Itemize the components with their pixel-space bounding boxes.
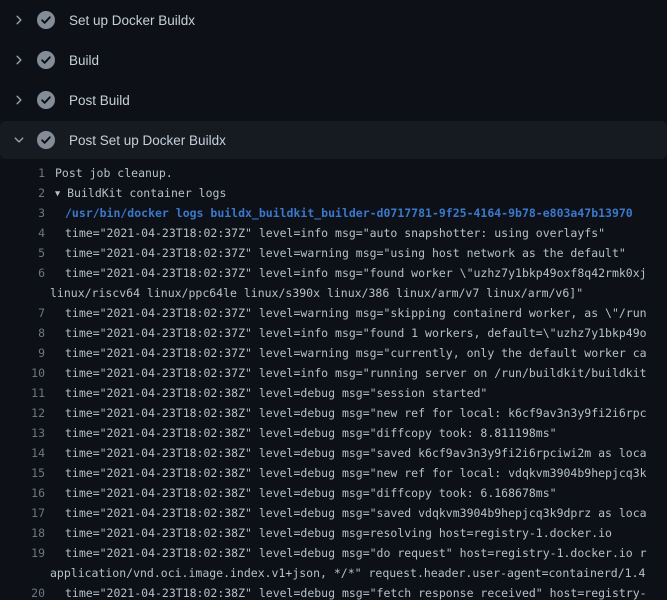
- log-text: time="2021-04-23T18:02:38Z" level=debug …: [45, 483, 557, 503]
- line-number[interactable]: 17: [0, 503, 45, 523]
- log-line: 18time="2021-04-23T18:02:38Z" level=debu…: [0, 523, 667, 543]
- log-line: 3/usr/bin/docker logs buildx_buildkit_bu…: [0, 203, 667, 223]
- line-number[interactable]: 19: [0, 543, 45, 563]
- log-line: 13time="2021-04-23T18:02:38Z" level=debu…: [0, 423, 667, 443]
- line-number[interactable]: 20: [0, 583, 45, 600]
- log-text: application/vnd.oci.image.index.v1+json,…: [45, 563, 645, 583]
- check-circle-icon: [37, 11, 55, 29]
- log-line: 4time="2021-04-23T18:02:37Z" level=info …: [0, 223, 667, 243]
- log-line: 15time="2021-04-23T18:02:38Z" level=debu…: [0, 463, 667, 483]
- chevron-right-icon: [12, 53, 26, 67]
- line-number[interactable]: 9: [0, 343, 45, 363]
- log-text: time="2021-04-23T18:02:37Z" level=warnin…: [45, 243, 626, 263]
- log-text: time="2021-04-23T18:02:38Z" level=debug …: [45, 443, 647, 463]
- step-label: Set up Docker Buildx: [69, 13, 195, 28]
- line-number[interactable]: 15: [0, 463, 45, 483]
- log-line: 1Post job cleanup.: [0, 163, 667, 183]
- line-number[interactable]: 11: [0, 383, 45, 403]
- line-number[interactable]: 12: [0, 403, 45, 423]
- log-text: linux/riscv64 linux/ppc64le linux/s390x …: [45, 283, 583, 303]
- log-line: 6time="2021-04-23T18:02:37Z" level=info …: [0, 263, 667, 283]
- log-text: time="2021-04-23T18:02:38Z" level=debug …: [45, 463, 647, 483]
- chevron-down-icon: [12, 133, 26, 147]
- log-line-continuation: linux/riscv64 linux/ppc64le linux/s390x …: [0, 283, 667, 303]
- step-header-post-set-up-docker-buildx[interactable]: Post Set up Docker Buildx: [0, 121, 667, 159]
- line-number[interactable]: 1: [0, 163, 45, 183]
- log-line: 19time="2021-04-23T18:02:38Z" level=debu…: [0, 543, 667, 563]
- check-circle-icon: [37, 91, 55, 109]
- log-line: 2 ▼ BuildKit container logs: [0, 183, 667, 203]
- step-header-build[interactable]: Build: [0, 40, 667, 80]
- log-text: time="2021-04-23T18:02:38Z" level=debug …: [45, 523, 612, 543]
- line-number[interactable]: 13: [0, 423, 45, 443]
- log-text: Post job cleanup.: [45, 163, 173, 183]
- log-text: time="2021-04-23T18:02:37Z" level=info m…: [45, 263, 647, 283]
- log-text: time="2021-04-23T18:02:38Z" level=debug …: [45, 543, 647, 563]
- step-label: Post Set up Docker Buildx: [69, 133, 226, 148]
- line-number[interactable]: 6: [0, 263, 45, 283]
- line-number[interactable]: 14: [0, 443, 45, 463]
- line-number[interactable]: 8: [0, 323, 45, 343]
- line-number[interactable]: 18: [0, 523, 45, 543]
- group-label: BuildKit container logs: [67, 186, 226, 200]
- log-text: time="2021-04-23T18:02:37Z" level=info m…: [45, 323, 647, 343]
- log-line: 14time="2021-04-23T18:02:38Z" level=debu…: [0, 443, 667, 463]
- line-number[interactable]: 7: [0, 303, 45, 323]
- log-line: 7time="2021-04-23T18:02:37Z" level=warni…: [0, 303, 667, 323]
- line-number[interactable]: 5: [0, 243, 45, 263]
- log-line: 11time="2021-04-23T18:02:38Z" level=debu…: [0, 383, 667, 403]
- line-number[interactable]: 10: [0, 363, 45, 383]
- log-command-text: /usr/bin/docker logs buildx_buildkit_bui…: [45, 203, 633, 223]
- log-text: time="2021-04-23T18:02:37Z" level=warnin…: [45, 343, 647, 363]
- line-number[interactable]: 2: [0, 183, 45, 203]
- step-label: Build: [69, 53, 99, 68]
- log-text: time="2021-04-23T18:02:38Z" level=debug …: [45, 503, 647, 523]
- chevron-right-icon: [12, 13, 26, 27]
- log-text: time="2021-04-23T18:02:37Z" level=warnin…: [45, 303, 647, 323]
- log-line: 9time="2021-04-23T18:02:37Z" level=warni…: [0, 343, 667, 363]
- line-number[interactable]: 3: [0, 203, 45, 223]
- log-text: time="2021-04-23T18:02:37Z" level=info m…: [45, 363, 647, 383]
- line-number: [0, 563, 45, 583]
- line-number: [0, 283, 45, 303]
- check-circle-icon: [37, 131, 55, 149]
- log-line: 12time="2021-04-23T18:02:38Z" level=debu…: [0, 403, 667, 423]
- chevron-right-icon: [12, 93, 26, 107]
- log-group-toggle[interactable]: ▼ BuildKit container logs: [45, 183, 226, 203]
- check-circle-icon: [37, 51, 55, 69]
- step-header-post-build[interactable]: Post Build: [0, 80, 667, 120]
- step-header-set-up-docker-buildx[interactable]: Set up Docker Buildx: [0, 0, 667, 40]
- log-text: time="2021-04-23T18:02:38Z" level=debug …: [45, 383, 487, 403]
- log-line: 5time="2021-04-23T18:02:37Z" level=warni…: [0, 243, 667, 263]
- log-line: 17time="2021-04-23T18:02:38Z" level=debu…: [0, 503, 667, 523]
- log-line-continuation: application/vnd.oci.image.index.v1+json,…: [0, 563, 667, 583]
- line-number[interactable]: 4: [0, 223, 45, 243]
- log-text: time="2021-04-23T18:02:38Z" level=debug …: [45, 583, 647, 600]
- log-line: 16time="2021-04-23T18:02:38Z" level=debu…: [0, 483, 667, 503]
- step-list: Set up Docker Buildx Build Post Build Post …: [0, 0, 667, 159]
- actions-log-viewer: Set up Docker Buildx Build Post Build Post …: [0, 0, 667, 600]
- step-label: Post Build: [69, 93, 130, 108]
- log-output: 1Post job cleanup.2 ▼ BuildKit container l…: [0, 160, 667, 600]
- group-expanded-triangle-icon: ▼: [55, 184, 60, 203]
- line-number[interactable]: 16: [0, 483, 45, 503]
- log-line: 20time="2021-04-23T18:02:38Z" level=debu…: [0, 583, 667, 600]
- log-line: 10time="2021-04-23T18:02:37Z" level=info…: [0, 363, 667, 383]
- log-text: time="2021-04-23T18:02:37Z" level=info m…: [45, 223, 605, 243]
- log-text: time="2021-04-23T18:02:38Z" level=debug …: [45, 403, 647, 423]
- log-line: 8time="2021-04-23T18:02:37Z" level=info …: [0, 323, 667, 343]
- log-text: time="2021-04-23T18:02:38Z" level=debug …: [45, 423, 557, 443]
